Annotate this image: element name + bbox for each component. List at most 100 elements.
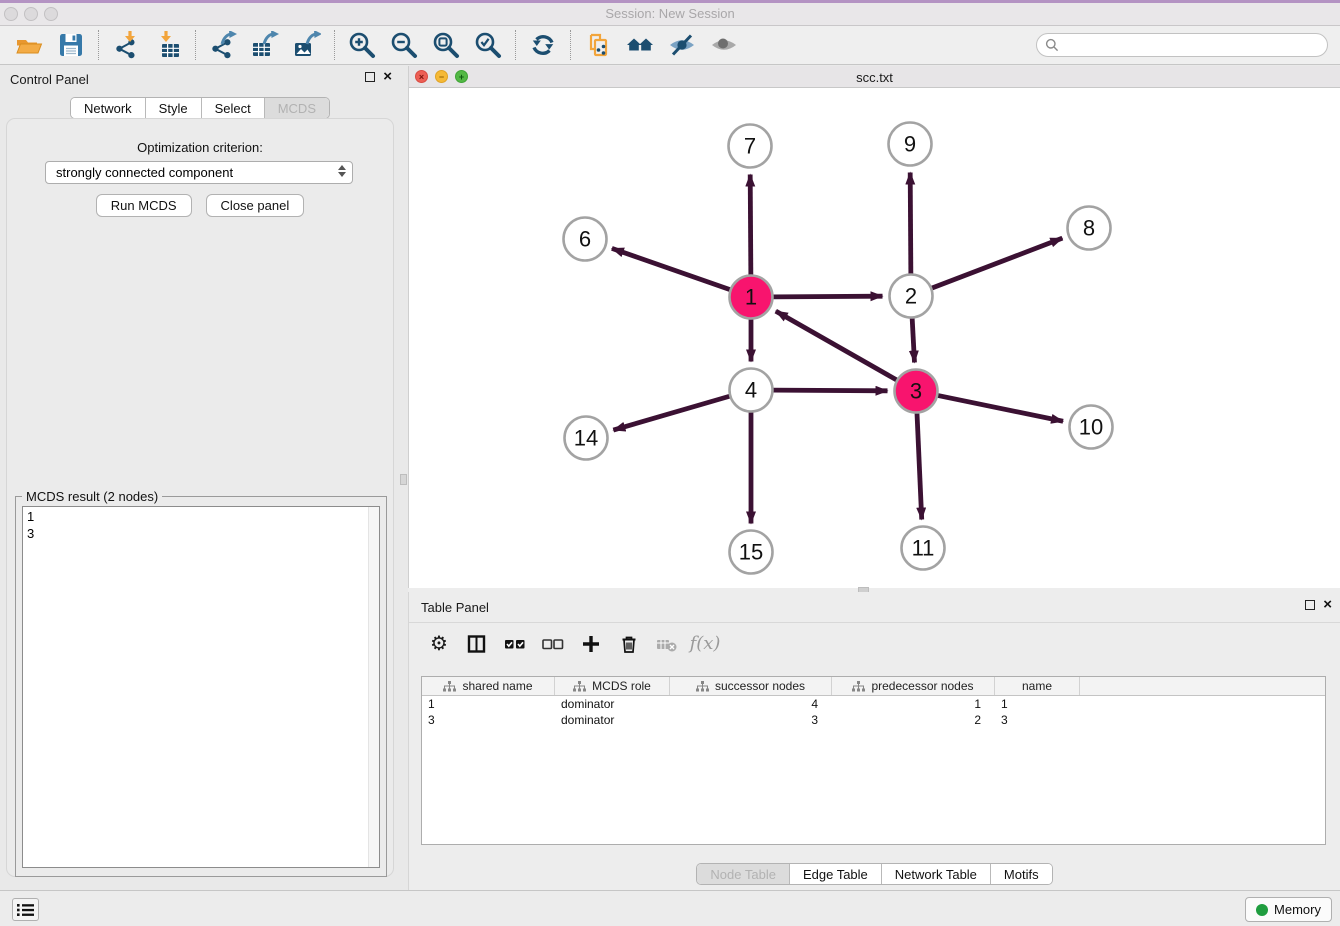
memory-label: Memory: [1274, 902, 1321, 917]
import-network-button[interactable]: [105, 29, 147, 61]
show-all-icon: [710, 31, 738, 59]
apply-layout-button[interactable]: [522, 29, 564, 61]
network-canvas[interactable]: 1 2 3 4 6 7 8 9 10 11 14 15: [409, 88, 1340, 588]
zoom-selected-button[interactable]: [467, 29, 509, 61]
tab-network[interactable]: Network: [71, 98, 146, 118]
table-cell[interactable]: 3: [995, 712, 1080, 728]
graph-edge-4-3[interactable]: [772, 390, 887, 391]
svg-text:7: 7: [744, 134, 756, 159]
graph-edge-2-9[interactable]: [910, 172, 911, 274]
mcds-panel: Optimization criterion: strongly connect…: [6, 118, 394, 877]
tab-select[interactable]: Select: [202, 98, 265, 118]
table-panel-close-icon[interactable]: ×: [1323, 598, 1332, 612]
graph-node-1[interactable]: 1: [730, 276, 773, 319]
graph-node-7[interactable]: 7: [729, 125, 772, 168]
tab-motifs[interactable]: Motifs: [991, 864, 1052, 884]
table-cell[interactable]: 1: [422, 696, 555, 712]
search-input[interactable]: [1059, 35, 1327, 55]
graph-edge-3-10[interactable]: [937, 395, 1063, 421]
search-box[interactable]: [1036, 33, 1328, 57]
column-header-name[interactable]: name: [995, 677, 1080, 695]
zoom-out-button[interactable]: [383, 29, 425, 61]
svg-text:3: 3: [910, 379, 922, 404]
tab-edge-table[interactable]: Edge Table: [790, 864, 882, 884]
network-window-titlebar: × − + scc.txt: [409, 66, 1340, 88]
graph-node-3[interactable]: 3: [895, 370, 938, 413]
export-network-button[interactable]: [202, 29, 244, 61]
graph-edge-3-1[interactable]: [776, 311, 898, 380]
zoom-in-icon: [348, 31, 376, 59]
table-panel-float-icon[interactable]: [1305, 600, 1315, 610]
save-session-button[interactable]: [50, 29, 92, 61]
table-cell[interactable]: dominator: [555, 696, 670, 712]
import-table-button[interactable]: [147, 29, 189, 61]
result-scrollbar[interactable]: [368, 507, 379, 867]
column-header-successor-nodes[interactable]: successor nodes: [670, 677, 832, 695]
table-cell[interactable]: 4: [670, 696, 832, 712]
graph-edge-1-2[interactable]: [772, 296, 882, 297]
column-header-MCDS-role[interactable]: MCDS role: [555, 677, 670, 695]
table-settings-button[interactable]: ⚙: [425, 629, 453, 659]
graph-edge-2-3[interactable]: [912, 317, 914, 362]
graph-node-15[interactable]: 15: [730, 531, 773, 574]
export-table-button[interactable]: [244, 29, 286, 61]
table-cell[interactable]: 2: [832, 712, 995, 728]
tab-style[interactable]: Style: [146, 98, 202, 118]
graph-node-10[interactable]: 10: [1070, 406, 1113, 449]
show-all-button[interactable]: [703, 29, 745, 61]
vertical-split-handle[interactable]: [400, 474, 407, 485]
table-panel-title: Table Panel: [421, 600, 489, 615]
add-column-icon: [581, 634, 601, 654]
delete-row-button[interactable]: [615, 629, 643, 659]
table-cell[interactable]: 1: [832, 696, 995, 712]
control-panel-float-icon[interactable]: [365, 72, 375, 82]
criterion-dropdown[interactable]: strongly connected component: [45, 161, 353, 184]
zoom-in-button[interactable]: [341, 29, 383, 61]
mcds-result-textarea[interactable]: 1 3: [22, 506, 380, 868]
select-all-checks-button[interactable]: [501, 629, 529, 659]
control-panel-close-icon[interactable]: ×: [383, 70, 392, 84]
graph-node-4[interactable]: 4: [730, 369, 773, 412]
tab-node-table[interactable]: Node Table: [697, 864, 790, 884]
graph-node-6[interactable]: 6: [564, 218, 607, 261]
graph-edge-1-6[interactable]: [612, 248, 731, 290]
task-history-button[interactable]: [12, 898, 39, 921]
toolbar-divider: [515, 30, 516, 60]
table-row[interactable]: 3dominator323: [422, 712, 1325, 728]
first-neighbors-button[interactable]: [619, 29, 661, 61]
hide-selected-button[interactable]: [661, 29, 703, 61]
table-cell[interactable]: 1: [995, 696, 1080, 712]
control-panel: Control Panel × NetworkStyleSelectMCDS O…: [0, 66, 400, 890]
apply-layout-icon: [529, 31, 557, 59]
deselect-all-checks-button[interactable]: [539, 629, 567, 659]
clone-network-button[interactable]: [577, 29, 619, 61]
table-row[interactable]: 1dominator411: [422, 696, 1325, 712]
graph-node-14[interactable]: 14: [565, 417, 608, 460]
graph-node-2[interactable]: 2: [890, 275, 933, 318]
graph-edge-3-11[interactable]: [917, 412, 922, 519]
graph-edge-1-7[interactable]: [750, 174, 751, 275]
zoom-fit-button[interactable]: [425, 29, 467, 61]
control-panel-tabs: NetworkStyleSelectMCDS: [0, 97, 400, 119]
column-header-predecessor-nodes[interactable]: predecessor nodes: [832, 677, 995, 695]
run-mcds-button[interactable]: Run MCDS: [96, 194, 192, 217]
table-cell[interactable]: dominator: [555, 712, 670, 728]
table-settings-icon: ⚙: [430, 634, 448, 654]
column-header-shared-name[interactable]: shared name: [422, 677, 555, 695]
table-cell[interactable]: 3: [422, 712, 555, 728]
graph-edge-4-14[interactable]: [613, 396, 730, 430]
graph-edge-2-8[interactable]: [931, 238, 1062, 288]
table-cell[interactable]: 3: [670, 712, 832, 728]
tab-mcds[interactable]: MCDS: [265, 98, 329, 118]
show-columns-button[interactable]: [463, 629, 491, 659]
close-panel-button[interactable]: Close panel: [206, 194, 305, 217]
graph-node-8[interactable]: 8: [1068, 207, 1111, 250]
graph-node-9[interactable]: 9: [889, 123, 932, 166]
export-image-button[interactable]: [286, 29, 328, 61]
open-session-button[interactable]: [8, 29, 50, 61]
table-header-row: shared nameMCDS rolesuccessor nodesprede…: [422, 677, 1325, 696]
add-column-button[interactable]: [577, 629, 605, 659]
graph-node-11[interactable]: 11: [902, 527, 945, 570]
tab-network-table[interactable]: Network Table: [882, 864, 991, 884]
memory-button[interactable]: Memory: [1245, 897, 1332, 922]
